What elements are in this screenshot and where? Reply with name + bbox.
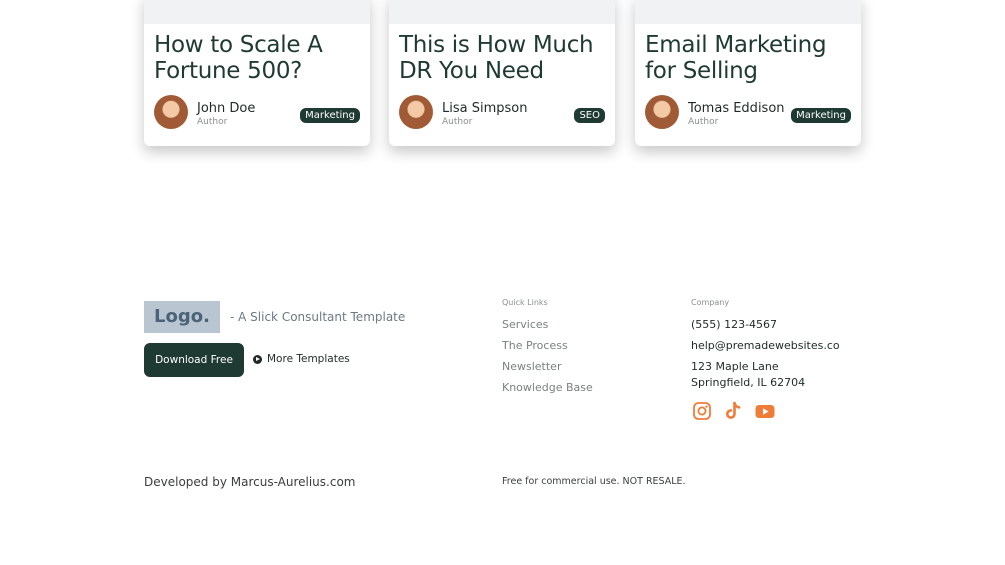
youtube-icon[interactable] — [754, 400, 776, 422]
more-templates-label: More Templates — [267, 353, 350, 365]
blog-card-3[interactable]: Email Marketing for Selling Tomas Eddiso… — [635, 0, 861, 146]
author-avatar — [399, 95, 433, 129]
author-name: John Doe — [197, 101, 256, 116]
footer-tagline: - A Slick Consultant Template — [230, 310, 406, 324]
download-free-button[interactable]: Download Free — [144, 343, 244, 377]
category-tag[interactable]: Marketing — [300, 108, 360, 123]
card-title[interactable]: Email Marketing for Selling — [645, 32, 855, 84]
author-avatar — [645, 95, 679, 129]
card-image — [144, 0, 370, 24]
footer-link-knowledge-base[interactable]: Knowledge Base — [502, 381, 593, 394]
company-heading: Company — [691, 298, 730, 307]
author-name: Lisa Simpson — [442, 101, 528, 116]
developer-credit[interactable]: Developed by Marcus-Aurelius.com — [144, 475, 355, 489]
more-templates-link[interactable]: More Templates — [253, 353, 350, 365]
category-tag[interactable]: Marketing — [791, 108, 851, 123]
quick-links-heading: Quick Links — [502, 298, 548, 307]
category-tag[interactable]: SEO — [574, 108, 605, 123]
author-avatar — [154, 95, 188, 129]
company-address-line2: Springfield, IL 62704 — [691, 376, 806, 389]
company-phone[interactable]: (555) 123-4567 — [691, 318, 777, 331]
card-image — [635, 0, 861, 24]
company-address-line1: 123 Maple Lane — [691, 360, 779, 373]
footer-link-process[interactable]: The Process — [502, 339, 568, 352]
author-name: Tomas Eddison — [688, 101, 785, 116]
license-notice: Free for commercial use. NOT RESALE. — [502, 476, 686, 487]
author-role: Author — [688, 117, 719, 127]
card-title[interactable]: This is How Much DR You Need — [399, 32, 609, 84]
card-image — [389, 0, 615, 24]
company-email[interactable]: help@premadewebsites.co — [691, 339, 840, 352]
tiktok-icon[interactable] — [722, 400, 744, 422]
instagram-icon[interactable] — [691, 400, 713, 422]
footer-link-newsletter[interactable]: Newsletter — [502, 360, 561, 373]
blog-card-2[interactable]: This is How Much DR You Need Lisa Simpso… — [389, 0, 615, 146]
author-role: Author — [442, 117, 473, 127]
footer-logo[interactable]: Logo. — [144, 301, 220, 333]
card-title[interactable]: How to Scale A Fortune 500? — [154, 32, 364, 84]
play-circle-icon — [253, 354, 262, 364]
blog-card-1[interactable]: How to Scale A Fortune 500? John Doe Aut… — [144, 0, 370, 146]
footer-link-services[interactable]: Services — [502, 318, 548, 331]
author-role: Author — [197, 117, 228, 127]
